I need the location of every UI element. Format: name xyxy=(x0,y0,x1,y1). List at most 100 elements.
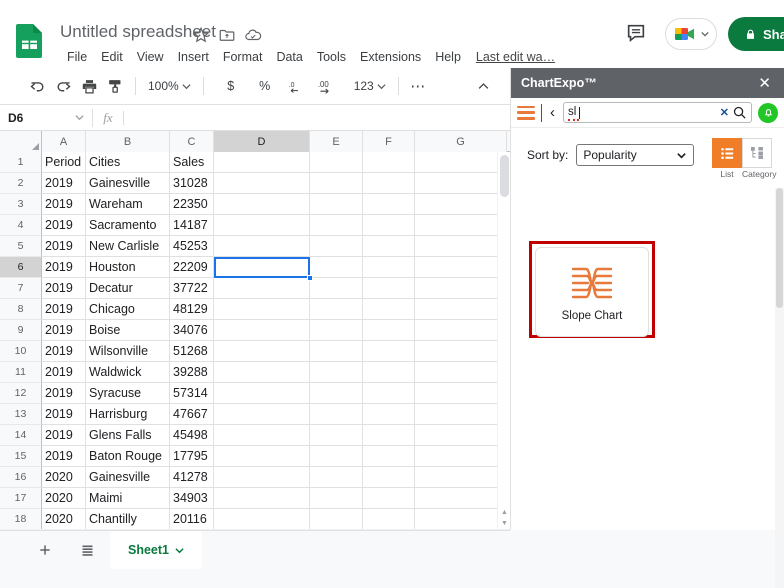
more-options-button[interactable]: ⋯ xyxy=(406,73,430,99)
cell-B1[interactable]: Cities xyxy=(86,152,170,173)
cell-A5[interactable]: 2019 xyxy=(42,236,86,257)
cell-E13[interactable] xyxy=(310,404,363,425)
cell-E10[interactable] xyxy=(310,341,363,362)
cell-C14[interactable]: 45498 xyxy=(170,425,214,446)
move-to-folder-icon[interactable] xyxy=(218,26,236,44)
cell-F1[interactable] xyxy=(363,152,415,173)
cell-A4[interactable]: 2019 xyxy=(42,215,86,236)
cell-G6[interactable] xyxy=(415,257,507,278)
cell-G17[interactable] xyxy=(415,488,507,509)
collapse-toolbar-icon[interactable] xyxy=(470,73,496,99)
redo-icon[interactable] xyxy=(50,73,76,99)
cell-G11[interactable] xyxy=(415,362,507,383)
row-header-16[interactable]: 16 xyxy=(0,467,42,488)
cell-E12[interactable] xyxy=(310,383,363,404)
cell-A3[interactable]: 2019 xyxy=(42,194,86,215)
row-header-8[interactable]: 8 xyxy=(0,299,42,320)
cell-A14[interactable]: 2019 xyxy=(42,425,86,446)
cell-F4[interactable] xyxy=(363,215,415,236)
vertical-scrollbar[interactable]: ▲ ▼ xyxy=(497,152,510,529)
cell-B6[interactable]: Houston xyxy=(86,257,170,278)
cell-A9[interactable]: 2019 xyxy=(42,320,86,341)
cell-C6[interactable]: 22209 xyxy=(170,257,214,278)
cell-E6[interactable] xyxy=(310,257,363,278)
cell-E11[interactable] xyxy=(310,362,363,383)
cell-A2[interactable]: 2019 xyxy=(42,173,86,194)
row-header-17[interactable]: 17 xyxy=(0,488,42,509)
cell-F7[interactable] xyxy=(363,278,415,299)
cell-A1[interactable]: Period xyxy=(42,152,86,173)
row-header-9[interactable]: 9 xyxy=(0,320,42,341)
cell-F15[interactable] xyxy=(363,446,415,467)
star-icon[interactable] xyxy=(192,26,210,44)
view-mode-list-button[interactable] xyxy=(712,138,742,168)
menu-insert[interactable]: Insert xyxy=(171,48,216,66)
cell-A6[interactable]: 2019 xyxy=(42,257,86,278)
column-header-c[interactable]: C xyxy=(170,131,214,152)
cell-D8[interactable] xyxy=(214,299,310,320)
cell-F18[interactable] xyxy=(363,509,415,529)
scroll-up-arrow-icon[interactable]: ▲ xyxy=(500,507,509,517)
row-header-12[interactable]: 12 xyxy=(0,383,42,404)
name-box[interactable]: D6 xyxy=(0,105,92,131)
cell-F10[interactable] xyxy=(363,341,415,362)
google-meet-button[interactable] xyxy=(665,18,717,50)
chevron-down-icon[interactable] xyxy=(75,111,84,125)
cell-B11[interactable]: Waldwick xyxy=(86,362,170,383)
cell-B3[interactable]: Wareham xyxy=(86,194,170,215)
cell-G2[interactable] xyxy=(415,173,507,194)
cell-C9[interactable]: 34076 xyxy=(170,320,214,341)
cell-G12[interactable] xyxy=(415,383,507,404)
search-input[interactable]: sl ✕ xyxy=(563,102,752,123)
number-format-selector[interactable]: 123 xyxy=(349,76,391,96)
document-status-cloud-icon[interactable] xyxy=(244,26,262,44)
cell-E16[interactable] xyxy=(310,467,363,488)
cell-A7[interactable]: 2019 xyxy=(42,278,86,299)
row-header-6[interactable]: 6 xyxy=(0,257,42,278)
cell-G1[interactable] xyxy=(415,152,507,173)
percent-format-button[interactable]: % xyxy=(253,73,277,99)
row-header-4[interactable]: 4 xyxy=(0,215,42,236)
cell-G15[interactable] xyxy=(415,446,507,467)
cell-F2[interactable] xyxy=(363,173,415,194)
menu-view[interactable]: View xyxy=(130,48,171,66)
cell-A11[interactable]: 2019 xyxy=(42,362,86,383)
cell-C8[interactable]: 48129 xyxy=(170,299,214,320)
cell-G13[interactable] xyxy=(415,404,507,425)
cell-A13[interactable]: 2019 xyxy=(42,404,86,425)
cell-E9[interactable] xyxy=(310,320,363,341)
cell-F8[interactable] xyxy=(363,299,415,320)
cell-C7[interactable]: 37722 xyxy=(170,278,214,299)
cell-G9[interactable] xyxy=(415,320,507,341)
cell-G10[interactable] xyxy=(415,341,507,362)
column-header-e[interactable]: E xyxy=(310,131,363,152)
cell-B13[interactable]: Harrisburg xyxy=(86,404,170,425)
cell-E7[interactable] xyxy=(310,278,363,299)
cell-D16[interactable] xyxy=(214,467,310,488)
cell-D6[interactable] xyxy=(214,257,310,278)
cell-E18[interactable] xyxy=(310,509,363,529)
cell-C10[interactable]: 51268 xyxy=(170,341,214,362)
sort-by-select[interactable]: Popularity xyxy=(576,144,695,166)
cell-D17[interactable] xyxy=(214,488,310,509)
column-header-g[interactable]: G xyxy=(415,131,507,152)
cell-D5[interactable] xyxy=(214,236,310,257)
cell-E3[interactable] xyxy=(310,194,363,215)
scroll-down-arrow-icon[interactable]: ▼ xyxy=(500,518,509,528)
cell-C12[interactable]: 57314 xyxy=(170,383,214,404)
cell-G8[interactable] xyxy=(415,299,507,320)
cell-C3[interactable]: 22350 xyxy=(170,194,214,215)
cell-B4[interactable]: Sacramento xyxy=(86,215,170,236)
cell-D3[interactable] xyxy=(214,194,310,215)
cell-F16[interactable] xyxy=(363,467,415,488)
all-sheets-icon[interactable] xyxy=(76,539,98,561)
cell-C13[interactable]: 47667 xyxy=(170,404,214,425)
cell-D13[interactable] xyxy=(214,404,310,425)
decrease-decimal-button[interactable]: .0 xyxy=(285,73,311,99)
menu-help[interactable]: Help xyxy=(428,48,468,66)
cell-E14[interactable] xyxy=(310,425,363,446)
menu-file[interactable]: File xyxy=(60,48,94,66)
cell-F17[interactable] xyxy=(363,488,415,509)
cell-G14[interactable] xyxy=(415,425,507,446)
menu-extensions[interactable]: Extensions xyxy=(353,48,428,66)
